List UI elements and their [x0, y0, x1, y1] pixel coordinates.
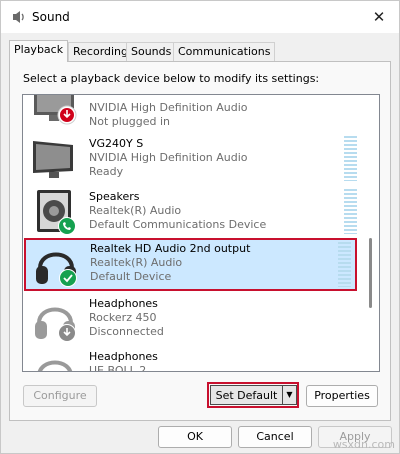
device-name: Headphones — [89, 297, 158, 310]
close-button[interactable]: ✕ — [367, 5, 391, 29]
tab-playback[interactable]: Playback — [9, 40, 69, 62]
device-name: Realtek HD Audio 2nd output — [90, 242, 251, 255]
phone-icon — [58, 217, 76, 235]
speaker-icon — [13, 11, 24, 23]
close-icon: ✕ — [372, 8, 386, 26]
device-status: Disconnected — [89, 325, 164, 338]
device-driver: Realtek(R) Audio — [90, 256, 183, 269]
headphones-icon — [37, 360, 73, 371]
list-item[interactable]: Speakers Realtek(R) Audio Default Commun… — [23, 186, 363, 239]
disconnected-icon — [57, 105, 77, 125]
scrollbar[interactable] — [363, 95, 379, 371]
window-title: Sound — [32, 10, 70, 24]
device-status: Not plugged in — [89, 115, 171, 128]
device-name: Speakers — [89, 190, 140, 203]
sound-dialog: Sound ✕ Playback Recording Sounds Commun… — [0, 0, 400, 454]
instruction-text: Select a playback device below to modify… — [23, 72, 320, 85]
properties-button[interactable]: Properties — [306, 385, 378, 407]
list-item[interactable]: Headphones Rockerz 450 Disconnected — [23, 293, 363, 346]
device-name: Headphones — [89, 350, 158, 363]
device-name: VG240Y S — [89, 137, 144, 150]
list-item[interactable]: VG240Y S NVIDIA High Definition Audio Re… — [23, 133, 363, 186]
device-status: Default Device — [90, 270, 172, 283]
device-driver: Realtek(R) Audio — [89, 204, 182, 217]
configure-button[interactable]: Configure — [23, 385, 97, 407]
device-status: Default Communications Device — [89, 218, 267, 231]
ok-button[interactable]: OK — [158, 426, 232, 448]
list-item[interactable]: NVIDIA High Definition Audio Not plugged… — [23, 95, 363, 132]
volume-meter — [338, 242, 351, 287]
device-driver: NVIDIA High Definition Audio — [89, 101, 248, 114]
tab-communications[interactable]: Communications — [173, 42, 276, 61]
list-item-selected[interactable]: Realtek HD Audio 2nd output Realtek(R) A… — [24, 238, 357, 291]
set-default-button[interactable]: Set Default — [210, 385, 282, 405]
tab-recording[interactable]: Recording — [68, 42, 134, 61]
monitor-icon — [33, 141, 73, 178]
checkmark-icon — [59, 269, 77, 287]
scrollbar-thumb[interactable] — [369, 238, 372, 308]
dropdown-arrow-icon: ▼ — [286, 390, 293, 399]
device-driver: NVIDIA High Definition Audio — [89, 151, 248, 164]
device-list[interactable]: NVIDIA High Definition Audio Not plugged… — [22, 94, 380, 372]
cancel-button[interactable]: Cancel — [238, 426, 312, 448]
title-bar: Sound ✕ — [1, 1, 399, 33]
watermark: wsxdn.com — [332, 438, 395, 451]
volume-meter — [344, 189, 357, 234]
device-status: Ready — [89, 165, 124, 178]
set-default-dropdown[interactable]: ▼ — [282, 385, 297, 405]
disconnected-icon — [58, 324, 76, 342]
set-default-split-button: Set Default ▼ — [207, 382, 299, 408]
device-driver: UE BOLL 2 — [89, 364, 147, 372]
tab-sounds[interactable]: Sounds — [126, 42, 177, 61]
volume-meter — [344, 136, 357, 181]
device-driver: Rockerz 450 — [89, 311, 157, 324]
list-item[interactable]: Headphones UE BOLL 2 — [23, 346, 363, 372]
